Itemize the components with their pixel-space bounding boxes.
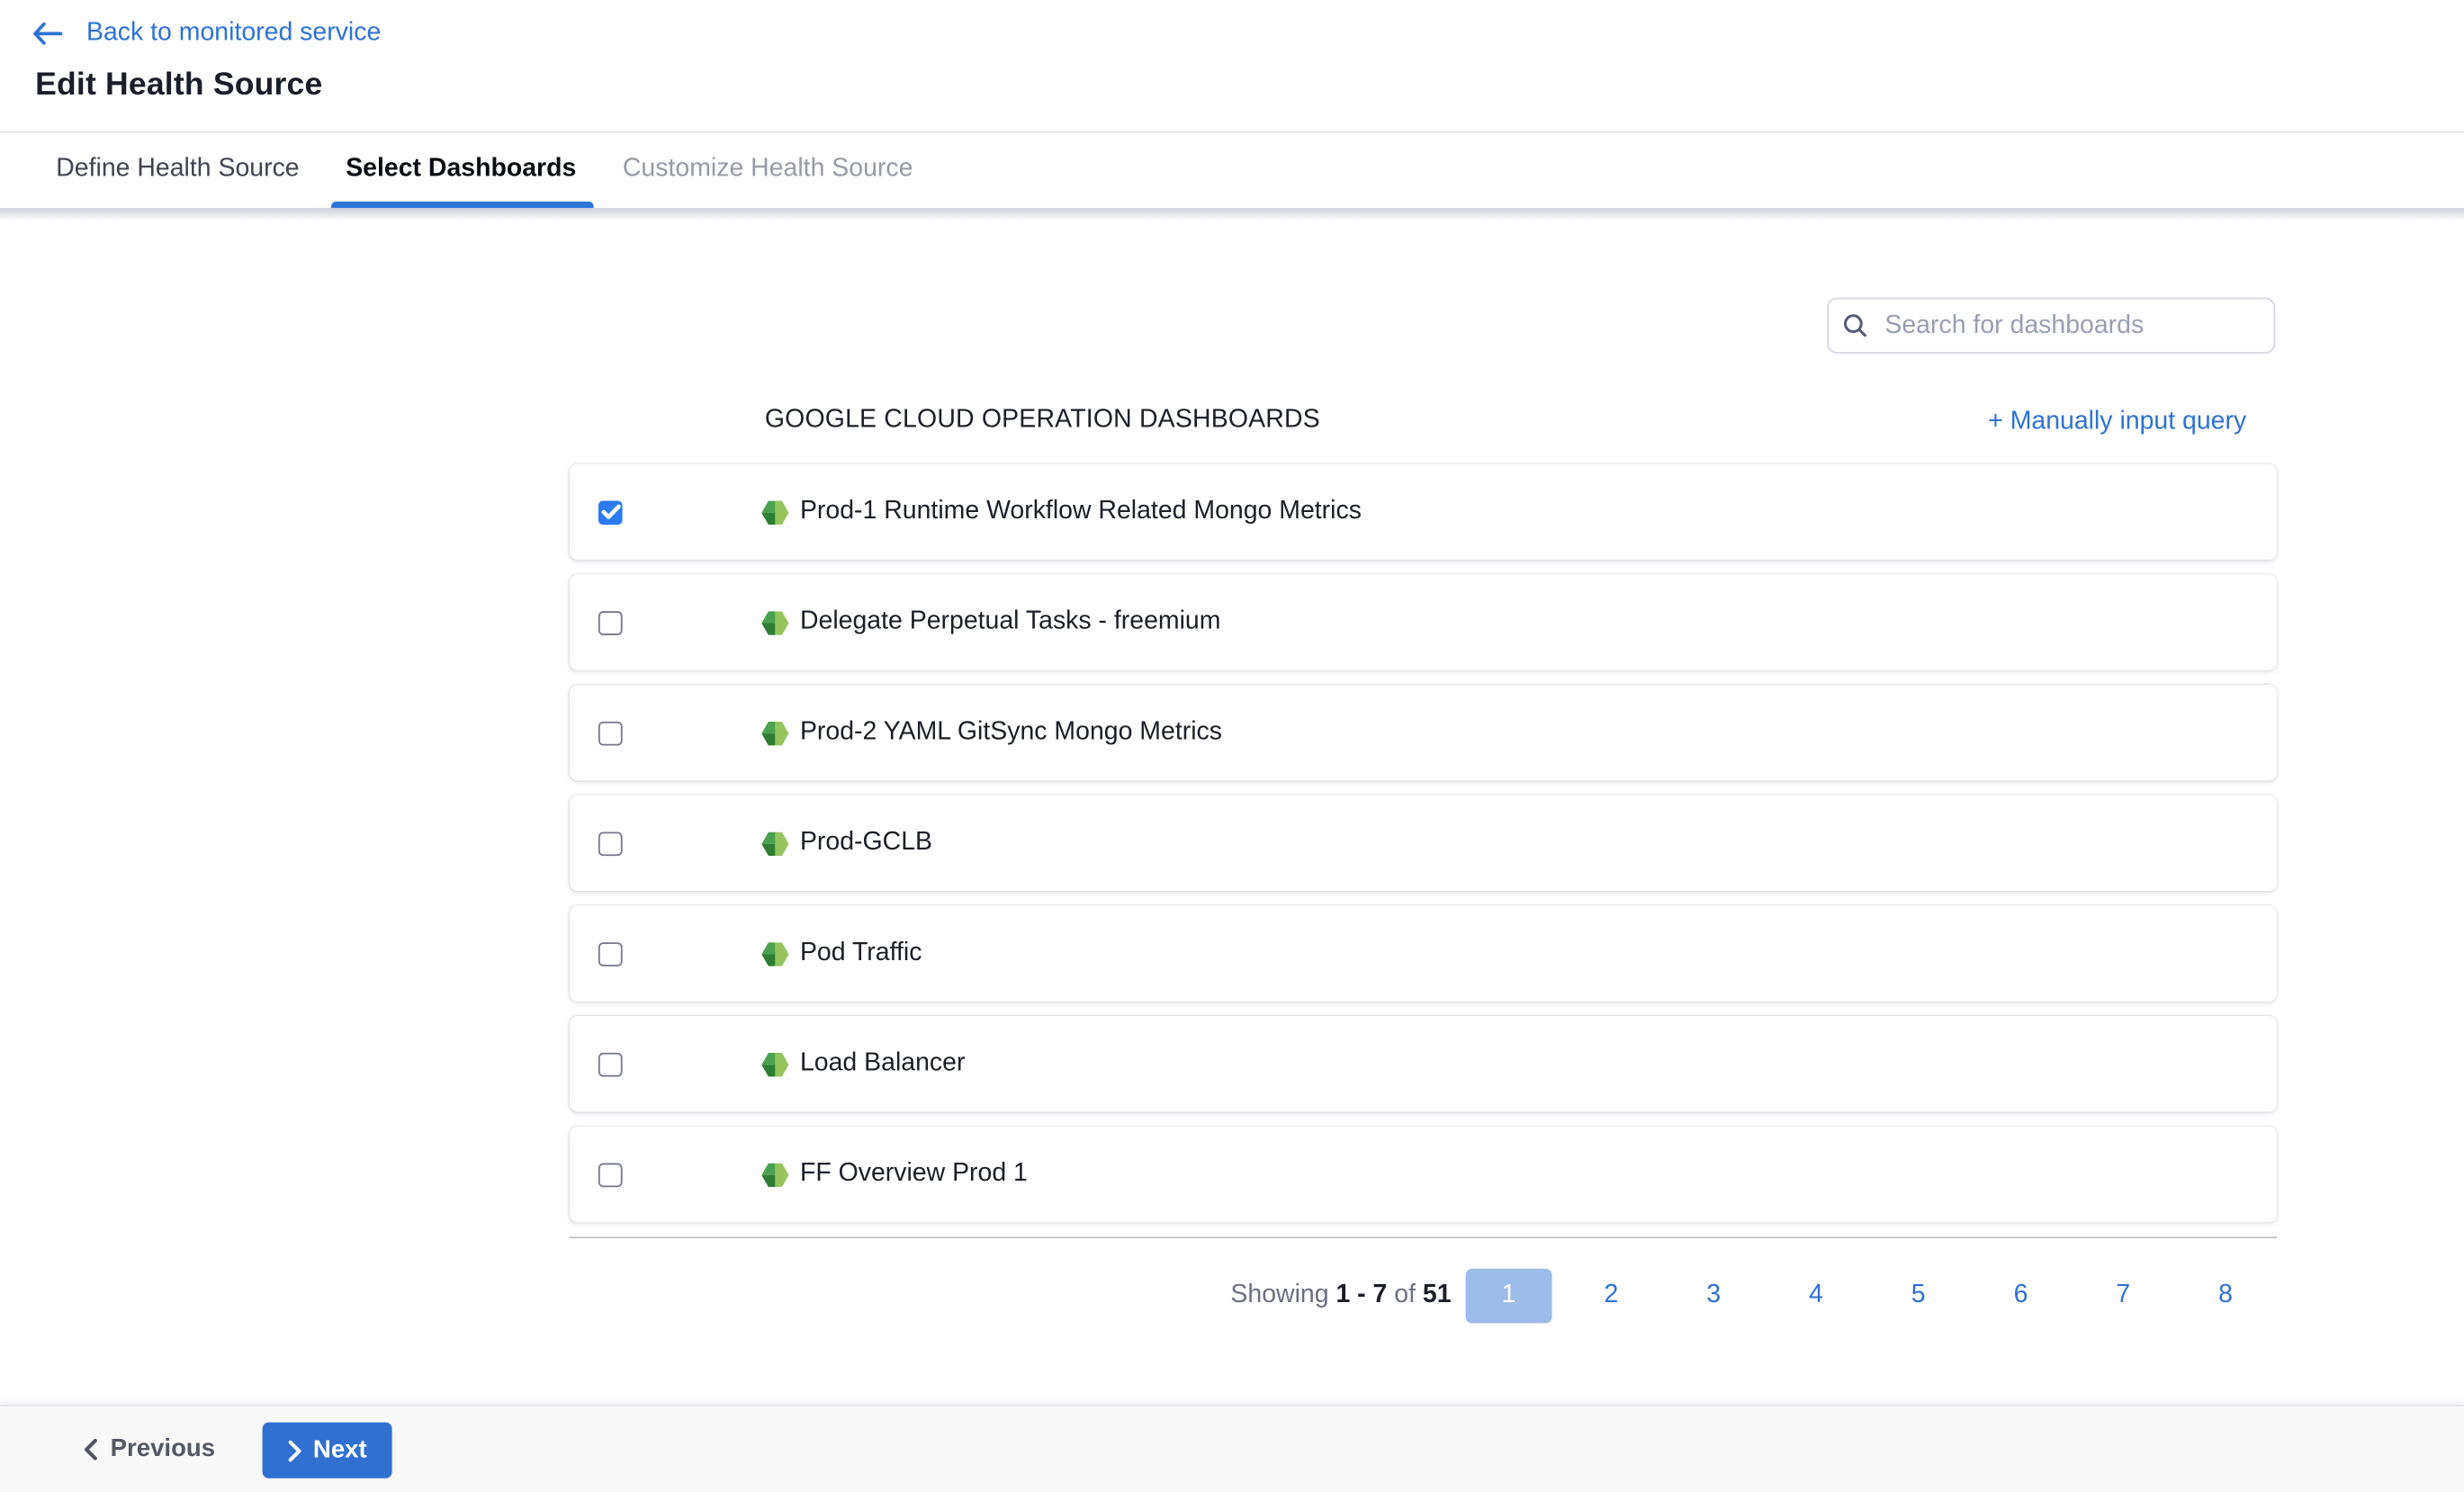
page-button-5[interactable]: 5 [1867, 1281, 1970, 1309]
dashboard-row[interactable]: Prod-2 YAML GitSync Mongo Metrics [570, 685, 2277, 781]
page-button-7[interactable]: 7 [2072, 1281, 2174, 1309]
dashboard-icon [761, 719, 788, 746]
dashboard-icon [761, 1050, 788, 1077]
dashboard-row[interactable]: Delegate Perpetual Tasks - freemium [570, 574, 2277, 670]
row-checkbox[interactable] [598, 831, 623, 856]
dashboard-row[interactable]: Load Balancer [570, 1016, 2277, 1112]
chevron-left-icon [83, 1438, 97, 1461]
dashboard-icon [761, 608, 788, 635]
dashboard-row[interactable]: Prod-1 Runtime Workflow Related Mongo Me… [570, 464, 2277, 561]
dashboard-icon [761, 499, 788, 526]
chevron-right-icon [287, 1439, 301, 1461]
dashboard-row[interactable]: FF Overview Prod 1 [570, 1127, 2277, 1223]
page-button-3[interactable]: 3 [1662, 1281, 1765, 1309]
page-button-8[interactable]: 8 [2174, 1281, 2277, 1309]
dashboard-label: Prod-1 Runtime Workflow Related Mongo Me… [800, 498, 1362, 526]
search-input[interactable] [1867, 311, 2274, 340]
dashboard-label: FF Overview Prod 1 [800, 1160, 1028, 1189]
check-icon [601, 504, 620, 520]
list-heading: GOOGLE CLOUD OPERATION DASHBOARDS [765, 406, 1320, 435]
footer-bar: Previous Next [0, 1404, 2464, 1492]
row-checkbox[interactable] [598, 610, 623, 634]
dashboard-icon [761, 1161, 788, 1188]
tab-bar: Define Health Source Select Dashboards C… [56, 133, 959, 208]
page: Back to monitored service Edit Health So… [0, 0, 2464, 1492]
dashboard-label: Prod-2 YAML GitSync Mongo Metrics [800, 718, 1222, 747]
next-label: Next [313, 1436, 367, 1465]
back-link-label: Back to monitored service [86, 19, 381, 48]
row-checkbox[interactable] [598, 941, 623, 966]
dashboard-icon [761, 830, 788, 857]
back-link[interactable]: Back to monitored service [32, 19, 382, 48]
list-end-divider [570, 1236, 2277, 1237]
dashboard-list: Prod-1 Runtime Workflow Related Mongo Me… [570, 464, 2277, 1223]
dashboard-icon [761, 940, 788, 967]
dashboard-label: Pod Traffic [800, 939, 922, 968]
manually-input-query-link[interactable]: + Manually input query [1988, 408, 2246, 436]
page-button-6[interactable]: 6 [1970, 1281, 2073, 1309]
dashboard-row[interactable]: Pod Traffic [570, 905, 2277, 1002]
tab-select-dashboards[interactable]: Select Dashboards [346, 133, 576, 208]
dashboard-label: Prod-GCLB [800, 829, 932, 858]
search-box[interactable] [1827, 298, 2275, 354]
row-checkbox[interactable] [598, 721, 623, 745]
pagination-summary: Showing 1 - 7 of 51 [1230, 1281, 1451, 1309]
page-button-2[interactable]: 2 [1560, 1281, 1662, 1309]
dashboard-label: Delegate Perpetual Tasks - freemium [800, 608, 1220, 637]
header-shadow [0, 207, 2464, 220]
row-checkbox[interactable] [598, 1052, 623, 1076]
pagination: Showing 1 - 7 of 51 1 2 3 4 5 6 7 8 [1230, 1268, 2277, 1322]
back-arrow-icon [32, 22, 63, 45]
row-checkbox[interactable] [598, 1163, 623, 1187]
page-button-1-active[interactable]: 1 [1466, 1268, 1552, 1322]
page-button-4[interactable]: 4 [1765, 1281, 1867, 1309]
dashboard-label: Load Balancer [800, 1049, 965, 1078]
dashboard-row[interactable]: Prod-GCLB [570, 795, 2277, 892]
search-icon [1843, 313, 1867, 337]
page-title: Edit Health Source [35, 67, 322, 104]
next-button[interactable]: Next [263, 1423, 392, 1479]
previous-label: Previous [111, 1434, 215, 1463]
tab-define-health-source[interactable]: Define Health Source [56, 133, 299, 208]
previous-button[interactable]: Previous [83, 1406, 215, 1492]
tab-customize-health-source[interactable]: Customize Health Source [623, 133, 913, 208]
row-checkbox-checked[interactable] [598, 500, 623, 525]
